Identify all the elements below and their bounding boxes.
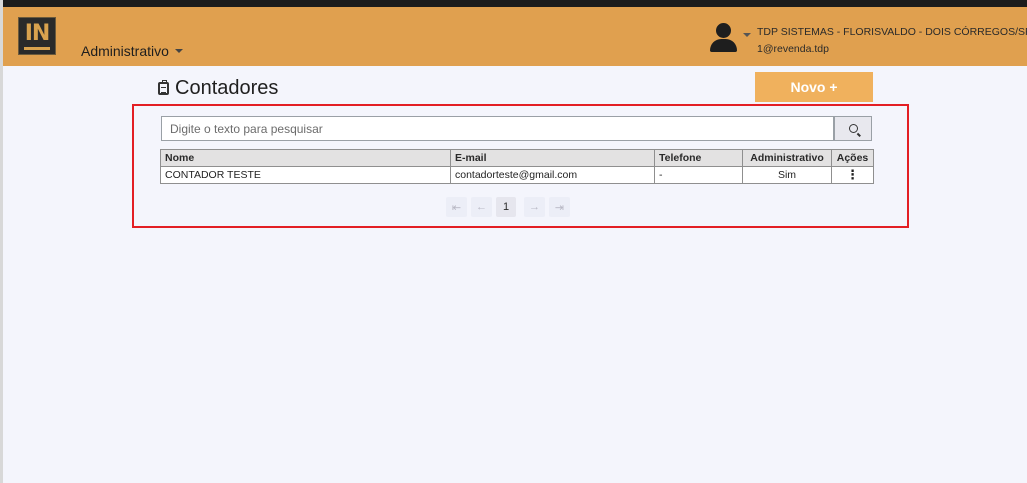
user-menu[interactable]: TDP SISTEMAS - FLORISVALDO - DOIS CÓRREG…	[708, 22, 1027, 62]
column-header-nome[interactable]: Nome	[160, 149, 451, 167]
cell-email: contadorteste@gmail.com	[450, 166, 655, 184]
page-title: Contadores	[158, 77, 278, 100]
table-row[interactable]: CONTADOR TESTE contadorteste@gmail.com -…	[160, 166, 874, 184]
user-avatar-icon	[708, 22, 738, 54]
search-icon	[848, 124, 858, 133]
new-contador-button[interactable]: Novo +	[755, 72, 873, 102]
column-header-email[interactable]: E-mail	[450, 149, 655, 167]
page-number-button[interactable]: 1	[496, 197, 516, 217]
top-navbar: IN Administrativo TDP SISTEMAS - FLORISV…	[3, 7, 1027, 66]
more-actions-icon[interactable]: ⋮	[846, 168, 859, 181]
contadores-table: Nome E-mail Telefone Administrativo Açõe…	[160, 149, 874, 184]
logo-underline	[24, 47, 50, 50]
next-page-button[interactable]: →	[524, 197, 545, 217]
window-left-border	[0, 0, 3, 483]
logo-letters: IN	[24, 21, 51, 46]
user-login: 1@revenda.tdp	[757, 43, 829, 55]
first-page-button[interactable]: ⇤	[446, 197, 467, 217]
pagination: ⇤ ← 1 → ⇥	[446, 197, 570, 217]
cell-telefone: -	[654, 166, 743, 184]
administrativo-menu[interactable]: Administrativo	[81, 43, 183, 59]
column-header-acoes: Ações	[831, 149, 874, 167]
clipboard-icon	[158, 80, 169, 95]
page-title-text: Contadores	[175, 77, 279, 99]
administrativo-menu-label: Administrativo	[81, 43, 169, 59]
search-button[interactable]	[834, 116, 872, 141]
column-header-telefone[interactable]: Telefone	[654, 149, 743, 167]
chevron-down-icon	[174, 49, 183, 53]
user-menu-caret-icon	[743, 33, 751, 37]
app-logo[interactable]: IN	[18, 17, 56, 55]
last-page-button[interactable]: ⇥	[549, 197, 570, 217]
cell-acoes: ⋮	[831, 166, 874, 184]
cell-administrativo: Sim	[742, 166, 832, 184]
search-input[interactable]	[161, 116, 834, 141]
column-header-administrativo[interactable]: Administrativo	[742, 149, 832, 167]
window-top-border	[0, 0, 1027, 7]
user-name: TDP SISTEMAS - FLORISVALDO - DOIS CÓRREG…	[757, 26, 1027, 38]
table-header-row: Nome E-mail Telefone Administrativo Açõe…	[160, 149, 874, 167]
cell-nome: CONTADOR TESTE	[160, 166, 451, 184]
previous-page-button[interactable]: ←	[471, 197, 492, 217]
